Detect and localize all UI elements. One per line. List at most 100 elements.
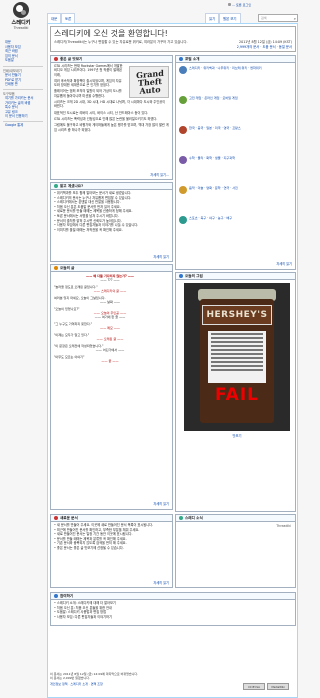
featured-more-link[interactable]: 자세히 읽기... — [150, 172, 169, 177]
portals-box: 포털 소개 스레디키 · 위키백과 · 나무위키 · 리브레 위키 · 엔하위키… — [175, 55, 296, 270]
main-content: 스레디키에 오신 것을 환영합니다! 스레디키(Threadiki)는 누구나 … — [47, 23, 298, 698]
featured-text-6: 그럼에도 불구하고 비평가와 게이머들에게 높은 평가를 받으며, 역대 가장 … — [54, 123, 169, 132]
license-badge[interactable]: CC BY-SA — [243, 683, 265, 690]
brand-text: HERSHEY'S — [206, 310, 268, 320]
footer: 이 문서는 2011년 8월 12일 (금) 14:09에 마지막으로 바뀌었습… — [50, 672, 250, 686]
sidebar-item-google-stats[interactable]: Google 통계 — [5, 123, 23, 128]
portals-heading: 포털 소개 — [176, 56, 295, 63]
portal-links[interactable]: 음악 · 미술 · 영화 · 문학 · 연극 · 사진 — [189, 186, 299, 190]
featured-text-3: 시리즈는 크게 2D 시대, 3D 시대, HD 시대로 나뉘며, 각 시대마다… — [54, 100, 166, 109]
search-placeholder: 검색 — [261, 16, 267, 20]
article-stats[interactable]: 2,999개의 문서 · 도움 문서 · 동일 문서 — [237, 44, 292, 49]
portal-links[interactable]: 수학 · 물리 · 화학 · 생물 · 지구과학 — [189, 156, 299, 160]
participate-heading: 참여하기 — [51, 593, 295, 600]
did-you-know-list: 위키백과를 모두 함께 알아보는 문서가 새로 생겼습니다. 스레디키의 문서는… — [51, 190, 172, 233]
new-articles-heading: 새로운 문서 — [51, 515, 172, 522]
sidebar-item-printable[interactable]: 인쇄용 판 — [5, 82, 21, 87]
sister-news-box: 스레디 소식 Threadiki — [175, 514, 296, 588]
list-item[interactable]: —— 끝 —— — [54, 359, 166, 363]
sister-logo[interactable]: Threadiki — [276, 524, 291, 528]
list-item: —— 어딘가에서 —— — [95, 348, 125, 352]
new-articles-more-link[interactable]: 자세히 읽기 — [153, 580, 169, 585]
sidebar-item-book[interactable]: 문서 만들기 — [5, 73, 21, 78]
portal-links[interactable]: 한국 · 중국 · 일본 · 미국 · 영국 · 프랑스 — [189, 126, 299, 130]
gta-logo-image[interactable]: grand theft auto — [129, 66, 169, 98]
featured-text-1: 여러 후속작과 확장팩이 출시되었으며, 게임의 자유도와 방대한 세계관으로 … — [54, 78, 122, 88]
tab-main[interactable]: 대문 — [47, 13, 62, 23]
nutrition-panel — [208, 331, 266, 383]
tab-talk[interactable]: 토론 — [61, 13, 76, 23]
picture-of-the-day-box: 오늘의 그림 HERSHEY'S FAIL 맛보기 — [175, 272, 296, 512]
calendar-icon — [54, 265, 58, 270]
sidebar-print-list: 문서 만들기 PDF로 받기 인쇄용 판 — [5, 73, 21, 87]
gta-logo-text: grand theft auto — [136, 67, 164, 96]
wiki-portal-icon — [179, 66, 187, 74]
welcome-title: 스레디키에 오신 것을 환영합니다! — [54, 29, 168, 38]
portal-links[interactable]: 스포츠 · 축구 · 야구 · 농구 · 배구 — [189, 216, 299, 220]
welcome-subtitle: 스레디키(Threadiki)는 누구나 편집할 수 있는 자유로운 위키로, … — [54, 40, 188, 44]
news-icon — [179, 515, 183, 520]
personal-talk-link[interactable]: 토론 — [236, 3, 242, 7]
sidebar-nav: 대문 사용자 모임 최근 바뀜 임의 문서 도움말 — [5, 40, 21, 63]
sidebar-item-help[interactable]: 도움말 — [5, 58, 21, 63]
site-name: 스레디키 — [11, 20, 31, 26]
personal-tools: ... 토론 로그인 — [228, 2, 251, 7]
list-item: —— 여기에 한 줄 —— — [94, 315, 126, 319]
featured-text-0: GTA 시리즈는 현재 Rockstar Games에서 개발한 비디오 게임 … — [54, 64, 123, 77]
footer-links[interactable]: 개인정보 정책 · 스레디키 소개 · 면책 조항 — [50, 682, 250, 686]
today-more-link[interactable]: 자세히 읽기 — [153, 501, 169, 506]
view-count: 이 문서는 2,999번 읽혔습니다. — [50, 676, 91, 680]
list-item[interactable]: —— 메모 —— — [54, 326, 166, 330]
user-icon — [228, 3, 231, 6]
list-item: —— ??? —— — [100, 278, 120, 282]
footer-badges: CC BY-SA MediaWiki — [242, 683, 290, 690]
welcome-banner: 스레디키에 오신 것을 환영합니다! 스레디키(Threadiki)는 누구나 … — [50, 26, 296, 52]
featured-text-2: 플레이어는 범죄 조직의 일원이 되어 가상의 도시를 자유롭게 돌아다니며 미… — [54, 89, 122, 98]
site-logo[interactable]: 스레디키 Threadiki — [7, 2, 35, 33]
list-item[interactable]: —— 오래된 글 —— — [54, 337, 166, 341]
did-you-know-heading: 알고 계셨나요? — [51, 183, 172, 190]
list-item: 좋은 문서는 좋은 글 맛보기에 선정될 수 있습니다. — [54, 546, 169, 551]
picture-caption[interactable]: 맛보기 — [176, 433, 298, 438]
portal-links[interactable]: 스레디키 · 위키백과 · 나무위키 · 리브레 위키 · 엔하위키 — [189, 66, 299, 70]
lightbulb-icon — [54, 183, 58, 188]
sidebar-item-cite[interactable]: 이 문서 인용하기 — [5, 114, 33, 119]
username[interactable]: ... — [232, 3, 235, 7]
today-heading: 오늘의 글 — [51, 265, 172, 272]
sidebar-stats-list: Google 통계 — [5, 123, 23, 128]
featured-heading: 좋은 글 맛보기 — [51, 56, 172, 63]
fail-stamp: FAIL — [215, 385, 259, 405]
portals-more-link[interactable]: 자세히 읽기 — [276, 261, 292, 266]
sister-heading: 스레디 소식 — [176, 515, 295, 522]
did-you-know-more-link[interactable]: 자세히 읽기 — [153, 254, 169, 259]
site-subtitle: Threadiki — [13, 26, 29, 30]
globe-icon — [13, 2, 29, 18]
new-articles-box: 새로운 문서 새 문서를 만들어 주세요. 이곳에 새로 만들어진 문서 목록이… — [50, 514, 173, 588]
login-link[interactable]: 로그인 — [243, 3, 252, 7]
list-item[interactable]: 사용자 모임: 다른 편집자들과 이야기하기 — [54, 615, 292, 620]
picture-heading: 오늘의 그림 — [176, 273, 295, 280]
portal-links[interactable]: 고전 게임 · 온라인 게임 · 모바일 게임 — [189, 96, 299, 100]
tab-read[interactable]: 읽기 — [205, 13, 220, 23]
today-list: —— 왜 다들 기다리지 않는가? —— —— ??? —— "놀라울 정도로 … — [54, 274, 166, 363]
list-item: 이미지를 올릴 때에는 저작권을 꼭 확인해 주세요. — [54, 228, 169, 233]
sidebar-divider — [3, 89, 43, 90]
participate-list: 스레디키 소개: 스레디키에 대해 더 알아보기 처음 오신 분: 처음 오신 … — [51, 600, 295, 620]
search-icon[interactable]: ⌕ — [294, 16, 296, 21]
picture-of-the-day-image[interactable]: HERSHEY'S FAIL — [184, 283, 290, 431]
help-icon — [54, 593, 58, 598]
newspaper-icon — [54, 515, 58, 520]
art-portal-icon — [179, 186, 187, 194]
list-item: 새 문서를 만들어 주세요. 이곳에 새로 만들어진 문서 목록이 표시됩니다. — [54, 523, 169, 528]
did-you-know-box: 알고 계셨나요? 위키백과를 모두 함께 알아보는 문서가 새로 생겼습니다. … — [50, 182, 173, 262]
sidebar-tools-list: 여기를 가리키는 문서 가리키는 글의 바뀜 특수 문서 고유 링크 이 문서 … — [5, 96, 33, 119]
star-icon — [54, 56, 58, 61]
search-input[interactable]: 검색 ⌕ — [258, 14, 298, 22]
sidebar-item-whatlinkshere[interactable]: 여기를 가리키는 문서 — [5, 96, 33, 101]
tab-view-source[interactable]: 원본 보기 — [219, 13, 241, 23]
new-articles-list: 새 문서를 만들어 주세요. 이곳에 새로 만들어진 문서 목록이 표시됩니다.… — [51, 522, 172, 552]
mediawiki-badge[interactable]: MediaWiki — [267, 683, 290, 690]
sidebar-divider — [3, 121, 43, 122]
list-item[interactable]: —— 스레디키의 글 —— — [54, 289, 166, 293]
sports-portal-icon — [179, 216, 187, 224]
